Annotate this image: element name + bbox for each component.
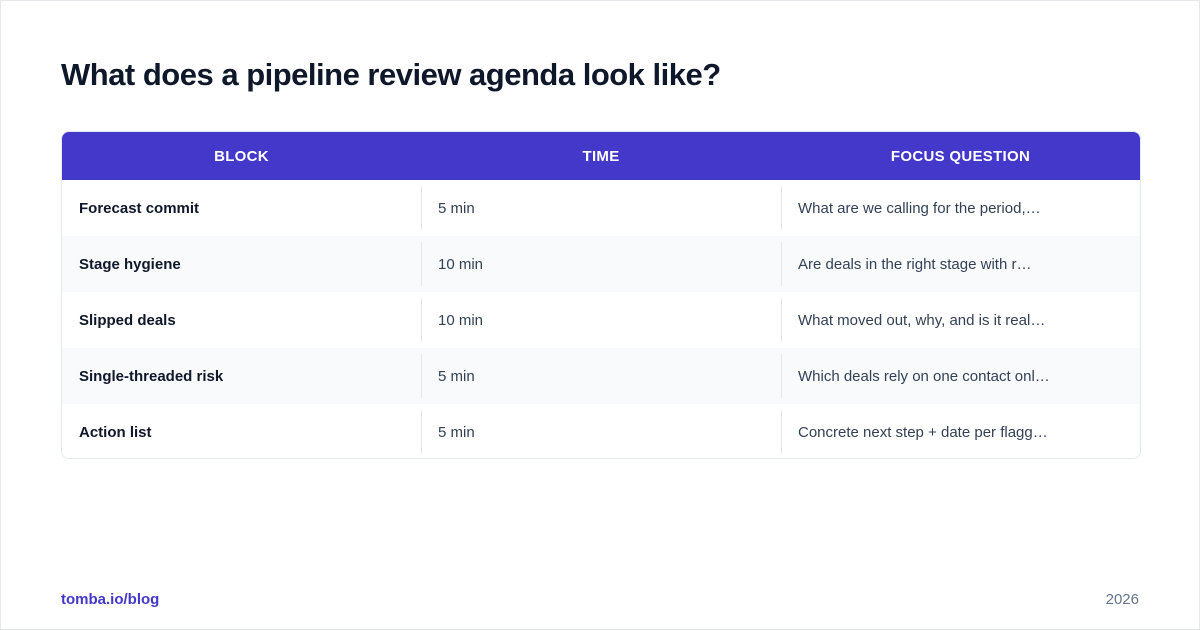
column-header-time: TIME [582, 147, 620, 165]
table-row: Action list 5 min Concrete next step + d… [62, 404, 1140, 458]
table-row: Slipped deals 10 min What moved out, why… [62, 292, 1140, 348]
block-cell: Stage hygiene [79, 255, 181, 273]
focus-question-cell: Concrete next step + date per flagg… [781, 404, 1140, 458]
column-header-block: BLOCK [214, 147, 269, 165]
table-row: Forecast commit 5 min What are we callin… [62, 180, 1140, 236]
year-label: 2026 [1105, 591, 1139, 608]
focus-question-cell: What are we calling for the period,… [781, 180, 1140, 236]
time-cell: 10 min [421, 292, 781, 348]
column-header-focus-question: FOCUS QUESTION [890, 147, 1031, 165]
time-cell: 5 min [421, 404, 781, 458]
table-row: Single-threaded risk 5 min Which deals r… [62, 348, 1140, 404]
focus-question-cell: Which deals rely on one contact onl… [781, 348, 1140, 404]
block-cell: Single-threaded risk [79, 367, 224, 385]
time-cell: 5 min [421, 180, 781, 236]
block-cell: Action list [79, 423, 152, 441]
blog-link[interactable]: tomba.io/blog [61, 591, 159, 608]
block-cell: Forecast commit [79, 199, 200, 217]
table-header: BLOCK TIME FOCUS QUESTION [62, 132, 1140, 180]
focus-question-cell: What moved out, why, and is it real… [781, 292, 1140, 348]
agenda-table: BLOCK TIME FOCUS QUESTION Forecast commi… [61, 131, 1141, 459]
page-title: What does a pipeline review agenda look … [61, 57, 721, 92]
table-row: Stage hygiene 10 min Are deals in the ri… [62, 236, 1140, 292]
time-cell: 5 min [421, 348, 781, 404]
focus-question-cell: Are deals in the right stage with r… [781, 236, 1140, 292]
block-cell: Slipped deals [79, 311, 176, 329]
time-cell: 10 min [421, 236, 781, 292]
card-frame: What does a pipeline review agenda look … [0, 0, 1200, 630]
